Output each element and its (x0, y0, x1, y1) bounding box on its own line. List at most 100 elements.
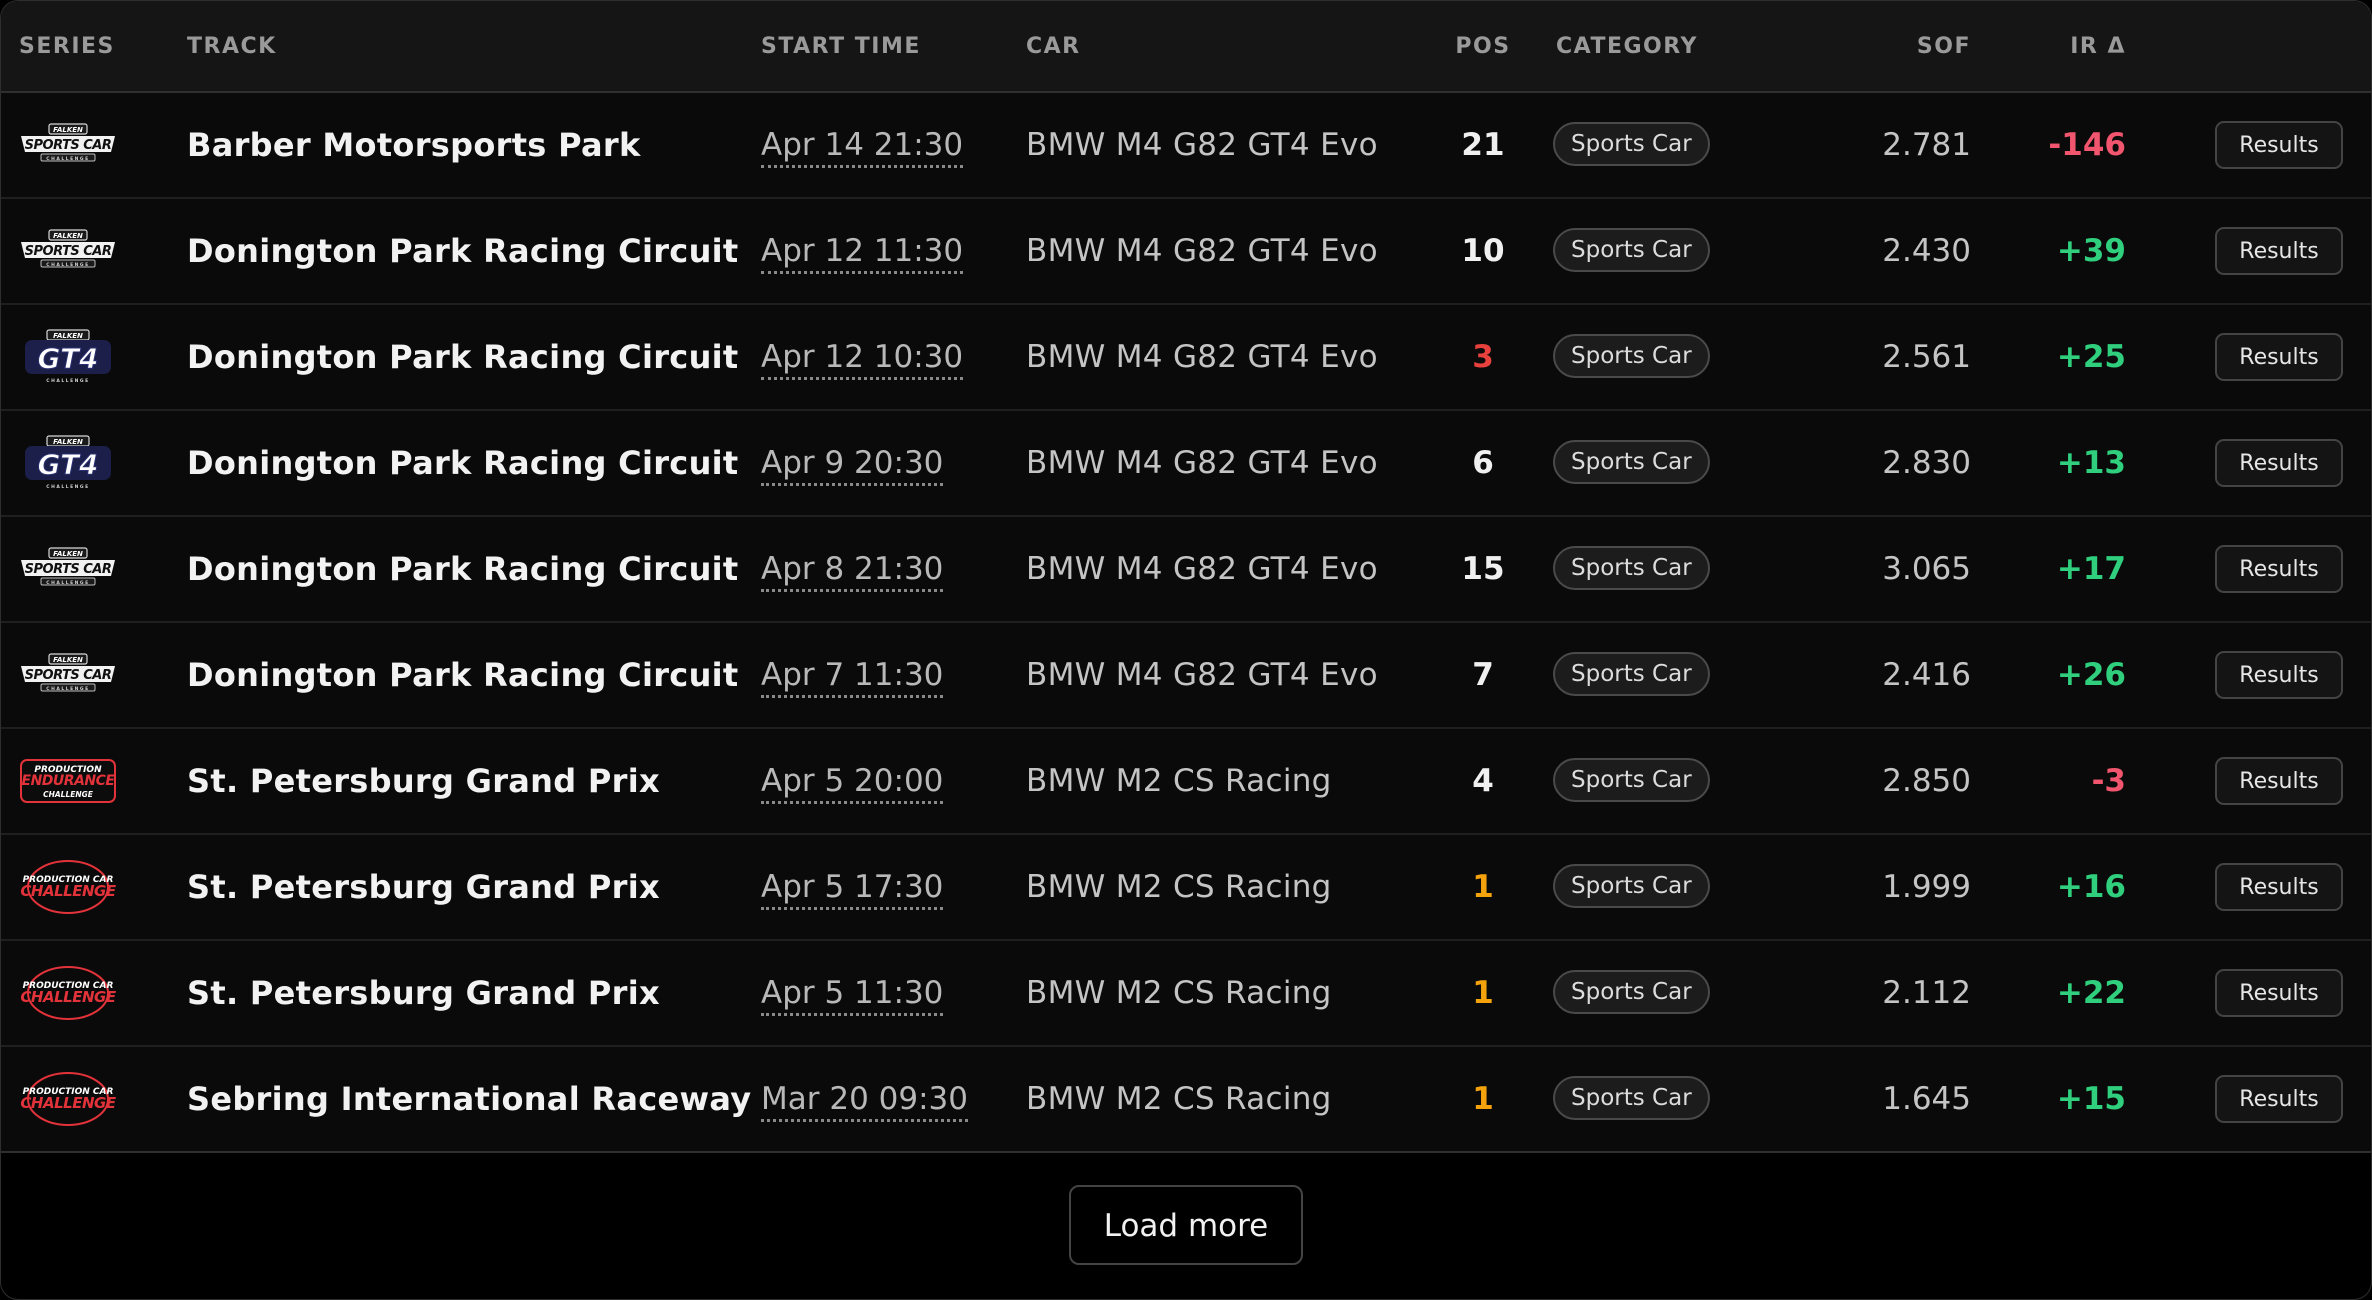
track-name[interactable]: Donington Park Racing Circuit (187, 305, 739, 409)
track-name[interactable]: St. Petersburg Grand Prix (187, 941, 660, 1045)
results-button[interactable]: Results (2215, 863, 2343, 911)
table-body: FALKEN SPORTS CAR CHALLENGE Barber Motorspo… (1, 93, 2371, 1153)
start-time-value[interactable]: Apr 5 11:30 (761, 975, 944, 1016)
table-row[interactable]: FALKEN SPORTS CAR CHALLENGE Barber Motorspo… (1, 93, 2371, 199)
gt4-challenge-logo: FALKEN GT4 CHALLENGE (17, 434, 119, 492)
start-time[interactable]: Apr 5 20:00 (761, 729, 944, 833)
category-cell: Sports Car (1553, 623, 1710, 727)
race-results-table: SERIES TRACK START TIME CAR POS CATEGORY… (0, 0, 2372, 1300)
gt4-challenge-logo: FALKEN GT4 CHALLENGE (17, 328, 119, 386)
track-name[interactable]: St. Petersburg Grand Prix (187, 729, 660, 833)
track-name[interactable]: Donington Park Racing Circuit (187, 623, 739, 727)
results-button[interactable]: Results (2215, 969, 2343, 1017)
results-button[interactable]: Results (2215, 439, 2343, 487)
strength-of-field: 2.430 (1882, 233, 1971, 269)
start-time[interactable]: Apr 8 21:30 (761, 517, 944, 621)
svg-text:CHALLENGE: CHALLENGE (46, 484, 89, 490)
start-time[interactable]: Apr 12 11:30 (761, 199, 964, 303)
table-row[interactable]: PRODUCTION CAR CHALLENGE St. Petersburg Gr… (1, 941, 2371, 1047)
car-name: BMW M2 CS Racing (1026, 975, 1332, 1011)
table-row[interactable]: FALKEN SPORTS CAR CHALLENGE Donington Park … (1, 517, 2371, 623)
irating-delta: +15 (2056, 1081, 2126, 1117)
car-name: BMW M2 CS Racing (1026, 1081, 1332, 1117)
irating-delta: +13 (2056, 445, 2126, 481)
start-time-value[interactable]: Apr 8 21:30 (761, 551, 944, 592)
finish-position: 1 (1472, 869, 1494, 905)
column-header-series[interactable]: SERIES (19, 1, 115, 91)
category-badge: Sports Car (1553, 863, 1710, 908)
category-cell: Sports Car (1553, 1047, 1710, 1151)
category-badge: Sports Car (1553, 333, 1710, 378)
track-name[interactable]: Donington Park Racing Circuit (187, 517, 739, 621)
start-time[interactable]: Apr 5 11:30 (761, 941, 944, 1045)
results-button[interactable]: Results (2215, 651, 2343, 699)
svg-text:FALKEN: FALKEN (53, 232, 83, 240)
track-name[interactable]: Sebring International Raceway (187, 1047, 751, 1151)
production-endurance-challenge-logo: PRODUCTION ENDURANCE CHALLENGE (17, 752, 119, 810)
category-badge: Sports Car (1553, 545, 1710, 590)
column-header-pos[interactable]: POS (1441, 1, 1525, 91)
start-time-value[interactable]: Mar 20 09:30 (761, 1081, 968, 1122)
irating-delta: +26 (2056, 657, 2126, 693)
results-button[interactable]: Results (2215, 757, 2343, 805)
track-name[interactable]: St. Petersburg Grand Prix (187, 835, 660, 939)
start-time-value[interactable]: Apr 12 10:30 (761, 339, 964, 380)
start-time[interactable]: Mar 20 09:30 (761, 1047, 968, 1151)
table-row[interactable]: PRODUCTION CAR CHALLENGE Sebring Internati… (1, 1047, 2371, 1153)
start-time-value[interactable]: Apr 9 20:30 (761, 445, 944, 486)
column-header-ir-delta[interactable]: IR Δ (1976, 1, 2126, 91)
table-row[interactable]: FALKEN GT4 CHALLENGE Donington Park Racing … (1, 411, 2371, 517)
table-row[interactable]: PRODUCTION ENDURANCE CHALLENGE St. Petersbu… (1, 729, 2371, 835)
start-time-value[interactable]: Apr 5 20:00 (761, 763, 944, 804)
irating-delta: +39 (2056, 233, 2126, 269)
svg-text:CHALLENGE: CHALLENGE (46, 686, 89, 692)
column-header-track[interactable]: TRACK (187, 1, 277, 91)
strength-of-field: 2.850 (1882, 763, 1971, 799)
category-cell: Sports Car (1553, 199, 1710, 303)
start-time-value[interactable]: Apr 7 11:30 (761, 657, 944, 698)
results-button[interactable]: Results (2215, 227, 2343, 275)
column-header-category[interactable]: CATEGORY (1556, 1, 1698, 91)
column-header-car[interactable]: CAR (1026, 1, 1081, 91)
column-header-start-time[interactable]: START TIME (761, 1, 921, 91)
start-time[interactable]: Apr 7 11:30 (761, 623, 944, 727)
start-time[interactable]: Apr 14 21:30 (761, 93, 964, 197)
results-button[interactable]: Results (2215, 1075, 2343, 1123)
svg-text:SPORTS CAR: SPORTS CAR (25, 668, 112, 683)
start-time-value[interactable]: Apr 14 21:30 (761, 127, 964, 168)
table-row[interactable]: FALKEN SPORTS CAR CHALLENGE Donington Park … (1, 199, 2371, 305)
irating-delta: +22 (2056, 975, 2126, 1011)
strength-of-field: 2.830 (1882, 445, 1971, 481)
car-name: BMW M4 G82 GT4 Evo (1026, 127, 1378, 163)
svg-text:CHALLENGE: CHALLENGE (46, 580, 89, 586)
track-name[interactable]: Donington Park Racing Circuit (187, 411, 739, 515)
production-car-challenge-logo: PRODUCTION CAR CHALLENGE (17, 964, 119, 1022)
start-time[interactable]: Apr 12 10:30 (761, 305, 964, 409)
table-row[interactable]: FALKEN SPORTS CAR CHALLENGE Donington Park … (1, 623, 2371, 729)
svg-text:FALKEN: FALKEN (53, 332, 83, 340)
track-name[interactable]: Barber Motorsports Park (187, 93, 641, 197)
table-row[interactable]: FALKEN GT4 CHALLENGE Donington Park Racing … (1, 305, 2371, 411)
category-badge: Sports Car (1553, 227, 1710, 272)
load-more-button[interactable]: Load more (1069, 1185, 1303, 1265)
results-button[interactable]: Results (2215, 121, 2343, 169)
start-time[interactable]: Apr 9 20:30 (761, 411, 944, 515)
table-row[interactable]: PRODUCTION CAR CHALLENGE St. Petersburg Gr… (1, 835, 2371, 941)
track-name[interactable]: Donington Park Racing Circuit (187, 199, 739, 303)
car-name: BMW M4 G82 GT4 Evo (1026, 339, 1378, 375)
start-time-value[interactable]: Apr 12 11:30 (761, 233, 964, 274)
irating-delta: -3 (2091, 763, 2126, 799)
column-header-sof[interactable]: SOF (1801, 1, 1971, 91)
svg-text:FALKEN: FALKEN (53, 656, 83, 664)
strength-of-field: 1.645 (1882, 1081, 1971, 1117)
svg-text:FALKEN: FALKEN (53, 550, 83, 558)
finish-position: 10 (1461, 233, 1505, 269)
start-time-value[interactable]: Apr 5 17:30 (761, 869, 944, 910)
start-time[interactable]: Apr 5 17:30 (761, 835, 944, 939)
results-button[interactable]: Results (2215, 545, 2343, 593)
category-badge: Sports Car (1553, 439, 1710, 484)
category-badge: Sports Car (1553, 757, 1710, 802)
car-name: BMW M4 G82 GT4 Evo (1026, 657, 1378, 693)
results-button[interactable]: Results (2215, 333, 2343, 381)
svg-text:GT4: GT4 (37, 342, 98, 375)
